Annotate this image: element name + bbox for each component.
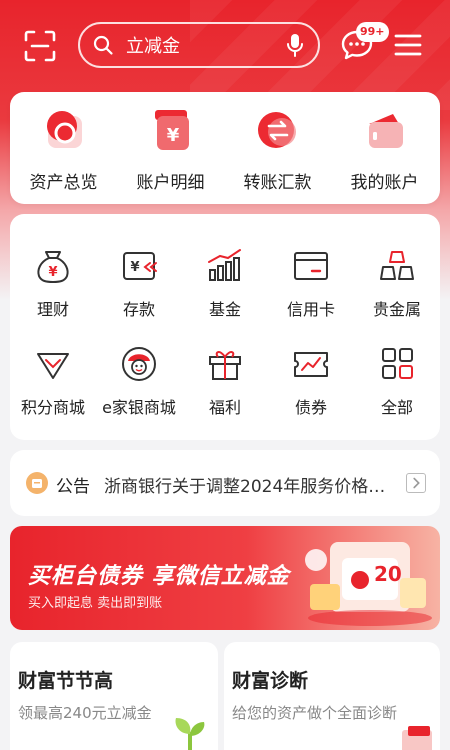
search-placeholder: 立减金: [126, 36, 180, 57]
wealth-diagnosis-card[interactable]: 财富诊断 给您的资产做个全面诊断: [224, 642, 440, 750]
points-mall-icon: [37, 353, 69, 379]
notice-bar[interactable]: 公告 浙商银行关于调整2024年服务价格…: [10, 450, 440, 516]
bond-icon: [294, 352, 328, 377]
service-fuli[interactable]: 福利: [182, 346, 268, 436]
mic-icon[interactable]: [286, 33, 304, 57]
service-label: 全部: [380, 398, 413, 417]
top-bar: 立减金 99+: [0, 18, 450, 72]
promo-banner[interactable]: 买柜台债券 享微信立减金 买入即起息 卖出即到账 20: [10, 526, 440, 630]
service-label: e家银商城: [102, 398, 176, 417]
message-badge: 99+: [356, 22, 389, 42]
service-label: 福利: [208, 398, 241, 417]
wealth-diagnosis-desc: 给您的资产做个全面诊断: [232, 704, 398, 722]
service-label: 理财: [36, 300, 69, 319]
search-icon: [93, 35, 113, 55]
service-label: 存款: [122, 300, 155, 319]
quick-label: 资产总览: [29, 173, 98, 193]
menu-icon[interactable]: [394, 32, 422, 58]
service-label: 积分商城: [20, 398, 85, 417]
chevron-right-icon[interactable]: [406, 473, 426, 493]
search-input[interactable]: 立减金: [78, 22, 320, 68]
service-ejia[interactable]: e家银商城: [96, 346, 182, 436]
my-account-icon: [369, 114, 403, 148]
notice-title: 公告: [56, 477, 90, 497]
service-label: 基金: [208, 300, 241, 319]
quick-asset-overview[interactable]: 资产总览: [10, 92, 117, 204]
service-jifen[interactable]: 积分商城: [10, 346, 96, 436]
banner-subtitle: 买入即起息 卖出即到账: [28, 596, 163, 611]
svg-text:¥: ¥: [48, 265, 57, 280]
sprout-icon: [175, 718, 205, 750]
service-zhaiquan[interactable]: 债券: [268, 346, 354, 436]
service-xinyongka[interactable]: 信用卡: [268, 248, 354, 338]
announcement-icon: [26, 472, 48, 494]
banner-amount: 20: [374, 562, 402, 586]
svg-text:¥: ¥: [130, 260, 139, 275]
e-mall-icon: [122, 347, 156, 381]
quick-label: 我的账户: [350, 173, 419, 193]
svg-text:¥: ¥: [167, 125, 180, 146]
service-cunkuan[interactable]: ¥ 存款: [96, 248, 182, 338]
quick-transfer[interactable]: 转账汇款: [224, 92, 331, 204]
gold-bars-icon: [380, 251, 414, 280]
service-quanbu[interactable]: 全部: [354, 346, 440, 436]
quick-label: 账户明细: [136, 173, 205, 193]
coupon-illustration-icon: [305, 542, 432, 626]
services-grid: ¥ 理财 ¥ 存款 基金 信用卡 贵金属 积分商城 e家银商城 福利 债券 全部: [10, 214, 440, 440]
service-guijinshu[interactable]: 贵金属: [354, 248, 440, 338]
money-bag-icon: ¥: [37, 251, 69, 283]
wealth-diagnosis-title: 财富诊断: [232, 670, 309, 692]
deposit-icon: ¥: [123, 252, 157, 280]
service-licai[interactable]: ¥ 理财: [10, 248, 96, 338]
credit-card-icon: [294, 252, 328, 280]
diagnosis-box-icon: [402, 726, 432, 750]
service-label: 债券: [294, 398, 327, 417]
service-jijin[interactable]: 基金: [182, 248, 268, 338]
wealth-growth-desc: 领最高240元立减金: [18, 704, 152, 722]
wealth-growth-title: 财富节节高: [18, 670, 114, 692]
asset-overview-icon: [47, 111, 82, 148]
account-detail-icon: ¥: [155, 110, 189, 150]
all-grid-icon: [382, 348, 413, 379]
transfer-icon: [258, 112, 296, 148]
scan-icon[interactable]: [22, 28, 58, 64]
quick-account-detail[interactable]: ¥ 账户明细: [117, 92, 224, 204]
service-label: 信用卡: [286, 300, 335, 319]
notice-text: 浙商银行关于调整2024年服务价格…: [104, 477, 386, 497]
quick-actions-card: 资产总览 ¥ 账户明细 转账汇款 我的账户: [10, 92, 440, 204]
fund-chart-icon: [208, 249, 241, 281]
banner-title: 买柜台债券 享微信立减金: [28, 564, 290, 589]
quick-my-account[interactable]: 我的账户: [331, 92, 438, 204]
gift-icon: [209, 351, 241, 380]
quick-label: 转账汇款: [243, 173, 312, 193]
service-label: 贵金属: [372, 300, 421, 319]
wealth-growth-card[interactable]: 财富节节高 领最高240元立减金: [10, 642, 218, 750]
